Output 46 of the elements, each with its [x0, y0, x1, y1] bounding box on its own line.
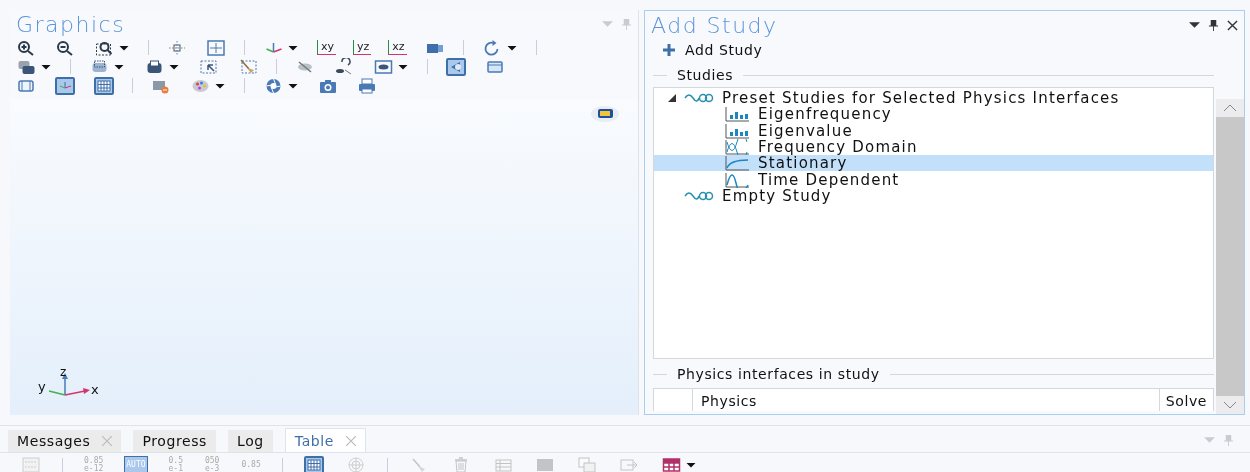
tab[interactable]: Table [284, 428, 367, 452]
tree-item[interactable]: Frequency Domain [654, 138, 1213, 156]
view-plane-button[interactable]: xy [317, 40, 337, 55]
scroll-down-icon[interactable] [1224, 402, 1236, 408]
tab[interactable]: Progress [133, 430, 216, 452]
tree-item[interactable]: Eigenvalue [654, 122, 1213, 139]
section-heading: Studies [677, 67, 734, 83]
transparency-icon[interactable] [445, 57, 467, 76]
column-header: Solve [1164, 392, 1208, 411]
axis-triad-drawing: y z x [25, 367, 105, 403]
zoom-fit-icon[interactable] [205, 38, 227, 57]
tree-item[interactable]: Stationary [654, 155, 1213, 172]
expand-toggle-icon[interactable] [668, 94, 676, 103]
view-plane-button[interactable]: yz [353, 40, 372, 55]
bar-chart-icon [724, 122, 750, 139]
section-heading: Physics interfaces in study [677, 366, 880, 382]
study-icon [684, 92, 714, 105]
pulse-icon [724, 171, 750, 188]
tree-item[interactable]: Preset Studies for Selected Physics Interfaces [654, 90, 1213, 107]
column-header: Physics [693, 389, 1160, 411]
printer-icon[interactable] [356, 76, 378, 95]
close-icon[interactable] [1227, 19, 1238, 31]
tree-item[interactable]: Eigenfrequency [654, 106, 1213, 123]
tree-item[interactable]: Empty Study [654, 187, 1213, 205]
curve-icon [724, 155, 750, 172]
bar-chart-icon [724, 106, 750, 123]
pin-icon[interactable] [1208, 19, 1219, 31]
grid-icon[interactable] [302, 456, 325, 472]
view-plane-button[interactable]: xz [388, 40, 407, 55]
tab[interactable]: Messages [8, 430, 122, 452]
study-icon [684, 189, 714, 202]
grid-axes-icon[interactable] [54, 76, 76, 95]
select-box-icon[interactable] [198, 57, 220, 76]
broom-icon[interactable] [237, 57, 259, 76]
caret-icon[interactable] [1189, 19, 1200, 31]
display-icon[interactable] [590, 105, 620, 123]
wave-icon [724, 139, 750, 156]
add-study-button[interactable]: Add Study [663, 42, 763, 58]
panel-title: Add Study [651, 12, 778, 38]
tab[interactable]: Log [228, 430, 273, 452]
tree-item[interactable]: Time Dependent [654, 171, 1213, 188]
scroll-up-icon[interactable] [1224, 105, 1236, 111]
grid-icon[interactable] [93, 76, 115, 95]
eye-icon[interactable] [372, 57, 410, 76]
plus-icon [663, 44, 675, 56]
panel-title: Graphics [16, 11, 126, 37]
